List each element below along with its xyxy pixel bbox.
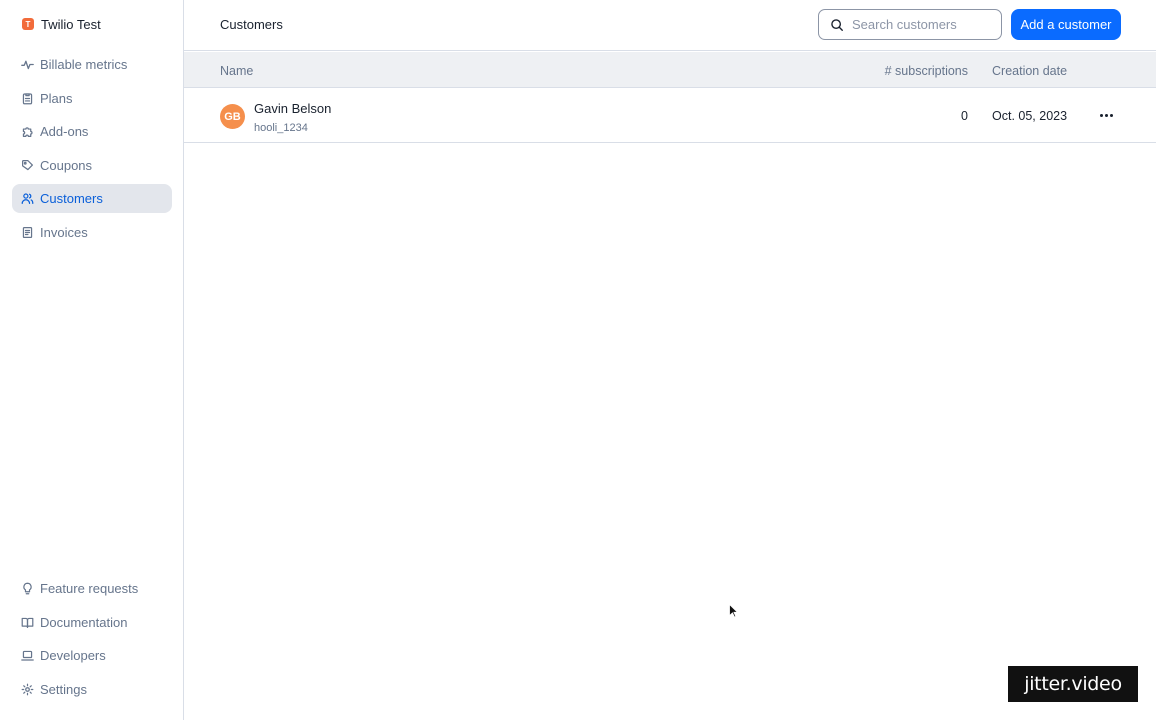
search-input[interactable] xyxy=(852,17,982,32)
add-customer-button[interactable]: Add a customer xyxy=(1011,9,1121,40)
more-actions-icon[interactable] xyxy=(1096,105,1116,125)
sidebar-item-label: Documentation xyxy=(40,614,128,630)
gear-icon xyxy=(21,683,34,696)
column-header-name: Name xyxy=(220,64,254,78)
page-title: Customers xyxy=(220,17,283,32)
laptop-icon xyxy=(21,651,34,661)
sidebar-item-label: Settings xyxy=(40,681,87,697)
search-icon xyxy=(831,18,843,31)
organization-name: Twilio Test xyxy=(41,16,101,32)
sidebar: T Twilio Test Billable metrics Plans Add… xyxy=(0,0,184,720)
column-header-creation-date: Creation date xyxy=(992,64,1068,78)
sidebar-item-label: Billable metrics xyxy=(40,57,128,72)
organization-badge: T xyxy=(22,18,34,30)
main-nav: Billable metrics Plans Add-ons Coupons C… xyxy=(12,50,172,252)
sidebar-item-developers[interactable]: Developers xyxy=(12,641,172,670)
table-row[interactable]: GB Gavin Belson hooli_1234 0 Oct. 05, 20… xyxy=(184,88,1156,143)
sidebar-item-add-ons[interactable]: Add-ons xyxy=(12,117,172,146)
sidebar-item-billable-metrics[interactable]: Billable metrics xyxy=(12,50,172,79)
sidebar-item-customers[interactable]: Customers xyxy=(12,184,172,214)
receipt-icon xyxy=(22,226,33,238)
sidebar-item-documentation[interactable]: Documentation xyxy=(12,608,172,637)
sidebar-item-plans[interactable]: Plans xyxy=(12,84,172,113)
tag-icon xyxy=(22,159,33,170)
sidebar-item-label: Coupons xyxy=(40,157,93,173)
clipboard-icon xyxy=(22,93,33,104)
creation-date: Oct. 05, 2023 xyxy=(992,109,1068,123)
organization-switcher[interactable]: T Twilio Test xyxy=(12,8,172,40)
sidebar-item-invoices[interactable]: Invoices xyxy=(12,218,172,247)
customer-name: Gavin Belson xyxy=(254,101,332,116)
users-icon xyxy=(21,193,34,205)
sidebar-item-label: Feature requests xyxy=(40,581,139,596)
page-header: Customers Add a customer xyxy=(184,0,1156,51)
table-header: Name # subscriptions Creation date xyxy=(184,52,1156,88)
sidebar-item-label: Developers xyxy=(40,648,106,664)
puzzle-icon xyxy=(22,127,33,138)
sidebar-item-label: Add-ons xyxy=(40,124,89,140)
customers-table: Name # subscriptions Creation date GB Ga… xyxy=(184,52,1156,143)
sidebar-item-settings[interactable]: Settings xyxy=(12,675,172,704)
pulse-icon xyxy=(21,60,34,70)
secondary-nav: Feature requests Documentation Developer… xyxy=(12,574,172,708)
subscriptions-count: 0 xyxy=(961,109,968,123)
avatar: GB xyxy=(220,104,245,129)
sidebar-item-label: Plans xyxy=(40,90,73,106)
mouse-cursor-icon xyxy=(729,604,737,618)
customer-external-id: hooli_1234 xyxy=(254,122,308,134)
book-icon xyxy=(21,617,34,628)
lightbulb-icon xyxy=(23,582,32,595)
sidebar-item-feature-requests[interactable]: Feature requests xyxy=(12,574,172,603)
watermark-logo: jitter.video xyxy=(1008,666,1138,702)
column-header-subscriptions: # subscriptions xyxy=(884,64,968,78)
sidebar-item-label: Invoices xyxy=(40,224,88,240)
search-box[interactable] xyxy=(818,9,1002,40)
sidebar-item-coupons[interactable]: Coupons xyxy=(12,151,172,180)
sidebar-item-label: Customers xyxy=(40,191,103,207)
